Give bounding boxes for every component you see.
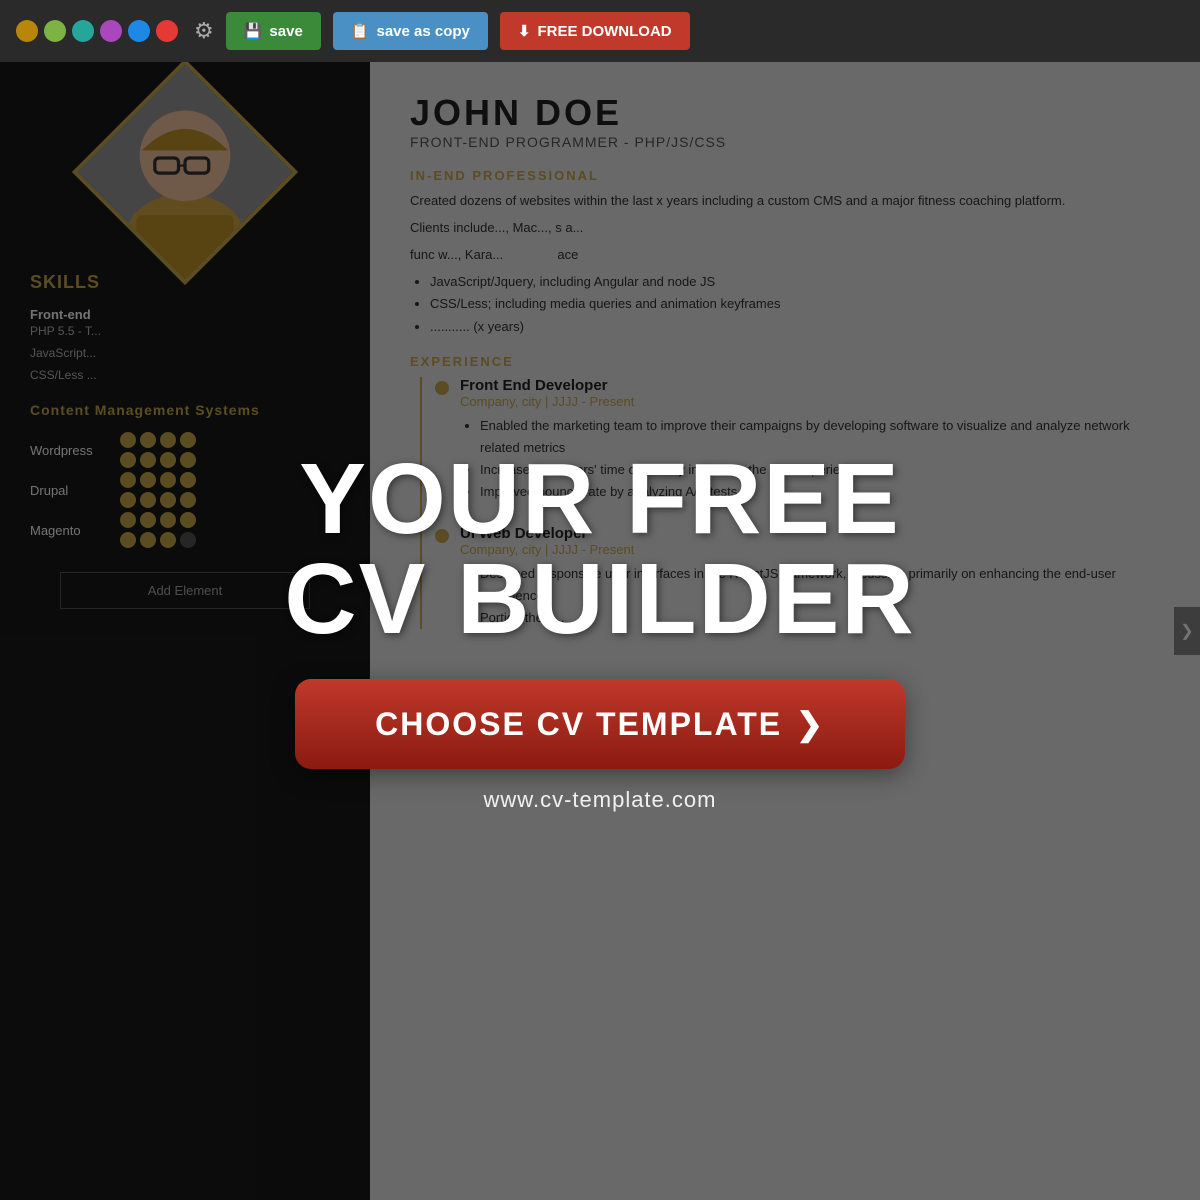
overlay-url: www.cv-template.com xyxy=(484,787,717,813)
red-dot[interactable] xyxy=(156,20,178,42)
save-label: save xyxy=(269,23,302,40)
save-as-copy-button[interactable]: 📋 save as copy xyxy=(333,12,488,50)
overlay-line1: YOUR FREE xyxy=(299,443,900,555)
toolbar: ⚙ 💾 save 📋 save as copy ⬇ FREE DOWNLOAD xyxy=(0,0,1200,62)
gear-button[interactable]: ⚙ xyxy=(194,18,214,44)
overlay-line2: CV BUILDER xyxy=(284,543,915,655)
gold-dot[interactable] xyxy=(16,20,38,42)
download-label: FREE DOWNLOAD xyxy=(537,23,671,40)
save-icon: 💾 xyxy=(244,22,263,40)
teal-dot[interactable] xyxy=(72,20,94,42)
overlay-headline: YOUR FREE CV BUILDER xyxy=(284,449,915,649)
color-palette xyxy=(16,20,178,42)
main-area: SKILLS Front-end PHP 5.5 - T... JavaScri… xyxy=(0,62,1200,1200)
gear-icon: ⚙ xyxy=(194,18,214,44)
save-copy-label: save as copy xyxy=(376,23,469,40)
purple-dot[interactable] xyxy=(100,20,122,42)
blue-dot[interactable] xyxy=(128,20,150,42)
choose-template-button[interactable]: CHOOSE CV TEMPLATE ❯ xyxy=(295,679,905,769)
save-button[interactable]: 💾 save xyxy=(226,12,321,50)
free-download-button[interactable]: ⬇ FREE DOWNLOAD xyxy=(500,12,690,50)
choose-arrow: ❯ xyxy=(796,705,825,743)
download-icon: ⬇ xyxy=(518,22,531,40)
choose-label: CHOOSE CV TEMPLATE xyxy=(375,706,782,743)
green-dot[interactable] xyxy=(44,20,66,42)
overlay: YOUR FREE CV BUILDER CHOOSE CV TEMPLATE … xyxy=(0,62,1200,1200)
copy-icon: 📋 xyxy=(351,22,370,40)
